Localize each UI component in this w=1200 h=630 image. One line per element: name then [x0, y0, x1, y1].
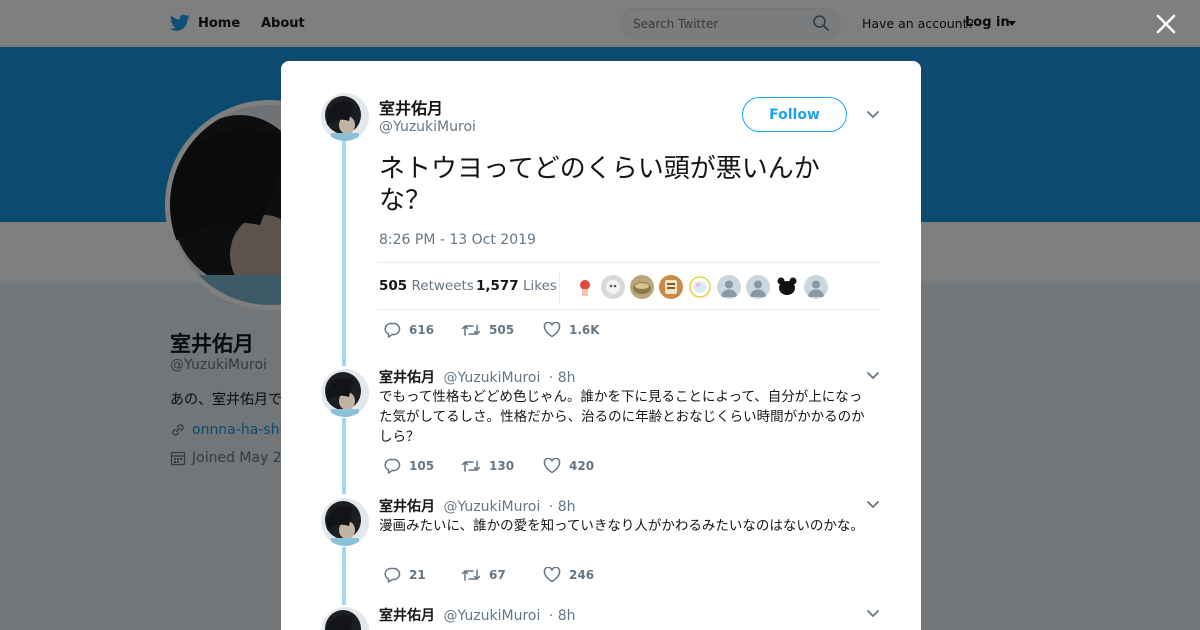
retweet-icon: [461, 569, 481, 581]
liker-avatar[interactable]: [688, 275, 712, 299]
retweet-button[interactable]: 505: [461, 322, 543, 338]
like-button[interactable]: 420: [543, 458, 594, 474]
retweet-icon: [461, 324, 481, 336]
liker-avatar[interactable]: [746, 275, 770, 299]
close-icon[interactable]: [1154, 12, 1178, 36]
like-stat-label: Likes: [523, 278, 557, 294]
tweet-actions: 616 505 1.6K: [383, 322, 600, 338]
reply-header: 室井佑月 @YuzukiMuroi · 8h: [379, 496, 576, 516]
reply-author-name[interactable]: 室井佑月: [379, 608, 435, 624]
reply-button[interactable]: 105: [383, 458, 461, 474]
follow-button[interactable]: Follow: [742, 97, 847, 132]
reply-count: 105: [409, 459, 435, 473]
author-avatar[interactable]: [321, 93, 369, 141]
retweet-stat[interactable]: 505 Retweets: [379, 278, 474, 294]
chevron-down-icon[interactable]: [866, 371, 880, 381]
tweet-permalink-modal: 室井佑月 @YuzukiMuroi Follow ネトウヨってどのくらい頭が悪い…: [281, 61, 921, 630]
liker-avatar[interactable]: [573, 275, 597, 299]
chevron-down-icon[interactable]: [866, 609, 880, 619]
like-action-count: 1.6K: [569, 323, 600, 337]
heart-icon: [543, 322, 561, 338]
liker-avatar[interactable]: [717, 275, 741, 299]
like-count: 1,577: [476, 278, 519, 294]
avatar-photo-icon: [321, 607, 369, 630]
stats-divider: [559, 271, 560, 303]
retweet-count: 67: [489, 568, 506, 582]
avatar-photo-icon: [573, 275, 597, 299]
tweet-stats: 505 Retweets 1,577 Likes: [377, 262, 881, 310]
reply-header: 室井佑月 @YuzukiMuroi · 8h: [379, 367, 576, 387]
heart-icon: [543, 567, 561, 583]
retweet-button[interactable]: 67: [461, 567, 543, 583]
reply-time[interactable]: · 8h: [549, 608, 576, 624]
avatar-photo-icon: [659, 275, 683, 299]
reply-time[interactable]: · 8h: [549, 370, 576, 386]
liker-avatar[interactable]: [659, 275, 683, 299]
retweet-count: 130: [489, 459, 515, 473]
reply-count: 21: [409, 568, 426, 582]
avatar-photo-icon: [601, 275, 625, 299]
author-handle[interactable]: @YuzukiMuroi: [379, 119, 476, 135]
reply-author-name[interactable]: 室井佑月: [379, 370, 435, 386]
reply-button[interactable]: 616: [383, 322, 461, 338]
reply-header: 室井佑月 @YuzukiMuroi · 8h: [379, 605, 576, 625]
default-avatar-icon: [804, 275, 828, 299]
reply-actions: 21 67 246: [383, 567, 594, 583]
retweet-count: 505: [379, 278, 408, 294]
like-button[interactable]: 246: [543, 567, 594, 583]
reply-avatar[interactable]: [321, 369, 369, 417]
reply-icon: [384, 567, 401, 583]
liker-avatar[interactable]: [630, 275, 654, 299]
liker-avatar[interactable]: [775, 275, 799, 299]
reply-avatar[interactable]: [321, 498, 369, 546]
chevron-down-icon[interactable]: [866, 110, 880, 120]
reply-icon: [384, 458, 401, 474]
liker-avatar[interactable]: [804, 275, 828, 299]
avatar-photo-icon: [775, 275, 799, 299]
reply-time[interactable]: · 8h: [549, 499, 576, 515]
tweet-timestamp[interactable]: 8:26 PM - 13 Oct 2019: [379, 232, 536, 248]
retweet-button[interactable]: 130: [461, 458, 543, 474]
reply-avatar[interactable]: [321, 607, 369, 630]
avatar-photo-icon: [321, 93, 369, 141]
like-stat[interactable]: 1,577 Likes: [476, 278, 557, 294]
default-avatar-icon: [746, 275, 770, 299]
reply-text: 漫画みたいに、誰かの愛を知っていきなり人がかわるみたいなのはないのかな。: [379, 518, 864, 534]
like-count: 420: [569, 459, 595, 473]
thread-line: [342, 418, 346, 494]
avatar-photo-icon: [630, 275, 654, 299]
like-count: 246: [569, 568, 595, 582]
reply-text: でもって性格もどどめ色じゃん。誰かを下に見ることによって、自分が上になった気がし…: [379, 389, 865, 445]
reply-button[interactable]: 21: [383, 567, 461, 583]
reply-author-handle[interactable]: @YuzukiMuroi: [443, 370, 540, 386]
reply-author-handle[interactable]: @YuzukiMuroi: [443, 608, 540, 624]
retweet-stat-label: Retweets: [411, 278, 474, 294]
avatar-photo-icon: [321, 498, 369, 546]
retweet-action-count: 505: [489, 323, 515, 337]
avatar-photo-icon: [688, 275, 712, 299]
author-name[interactable]: 室井佑月: [379, 95, 443, 119]
liker-avatar[interactable]: [601, 275, 625, 299]
chevron-down-icon[interactable]: [866, 500, 880, 510]
thread-line: [342, 547, 346, 605]
heart-icon: [543, 458, 561, 474]
reply-author-name[interactable]: 室井佑月: [379, 499, 435, 515]
reply-author-handle[interactable]: @YuzukiMuroi: [443, 499, 540, 515]
avatar-photo-icon: [321, 369, 369, 417]
default-avatar-icon: [717, 275, 741, 299]
retweet-icon: [461, 460, 481, 472]
reply-actions: 105 130 420: [383, 458, 594, 474]
reply-count: 616: [409, 323, 435, 337]
thread-line: [342, 141, 346, 366]
tweet-text: ネトウヨってどのくらい頭が悪いんかな？: [379, 154, 820, 216]
like-button[interactable]: 1.6K: [543, 322, 600, 338]
reply-icon: [384, 322, 401, 338]
